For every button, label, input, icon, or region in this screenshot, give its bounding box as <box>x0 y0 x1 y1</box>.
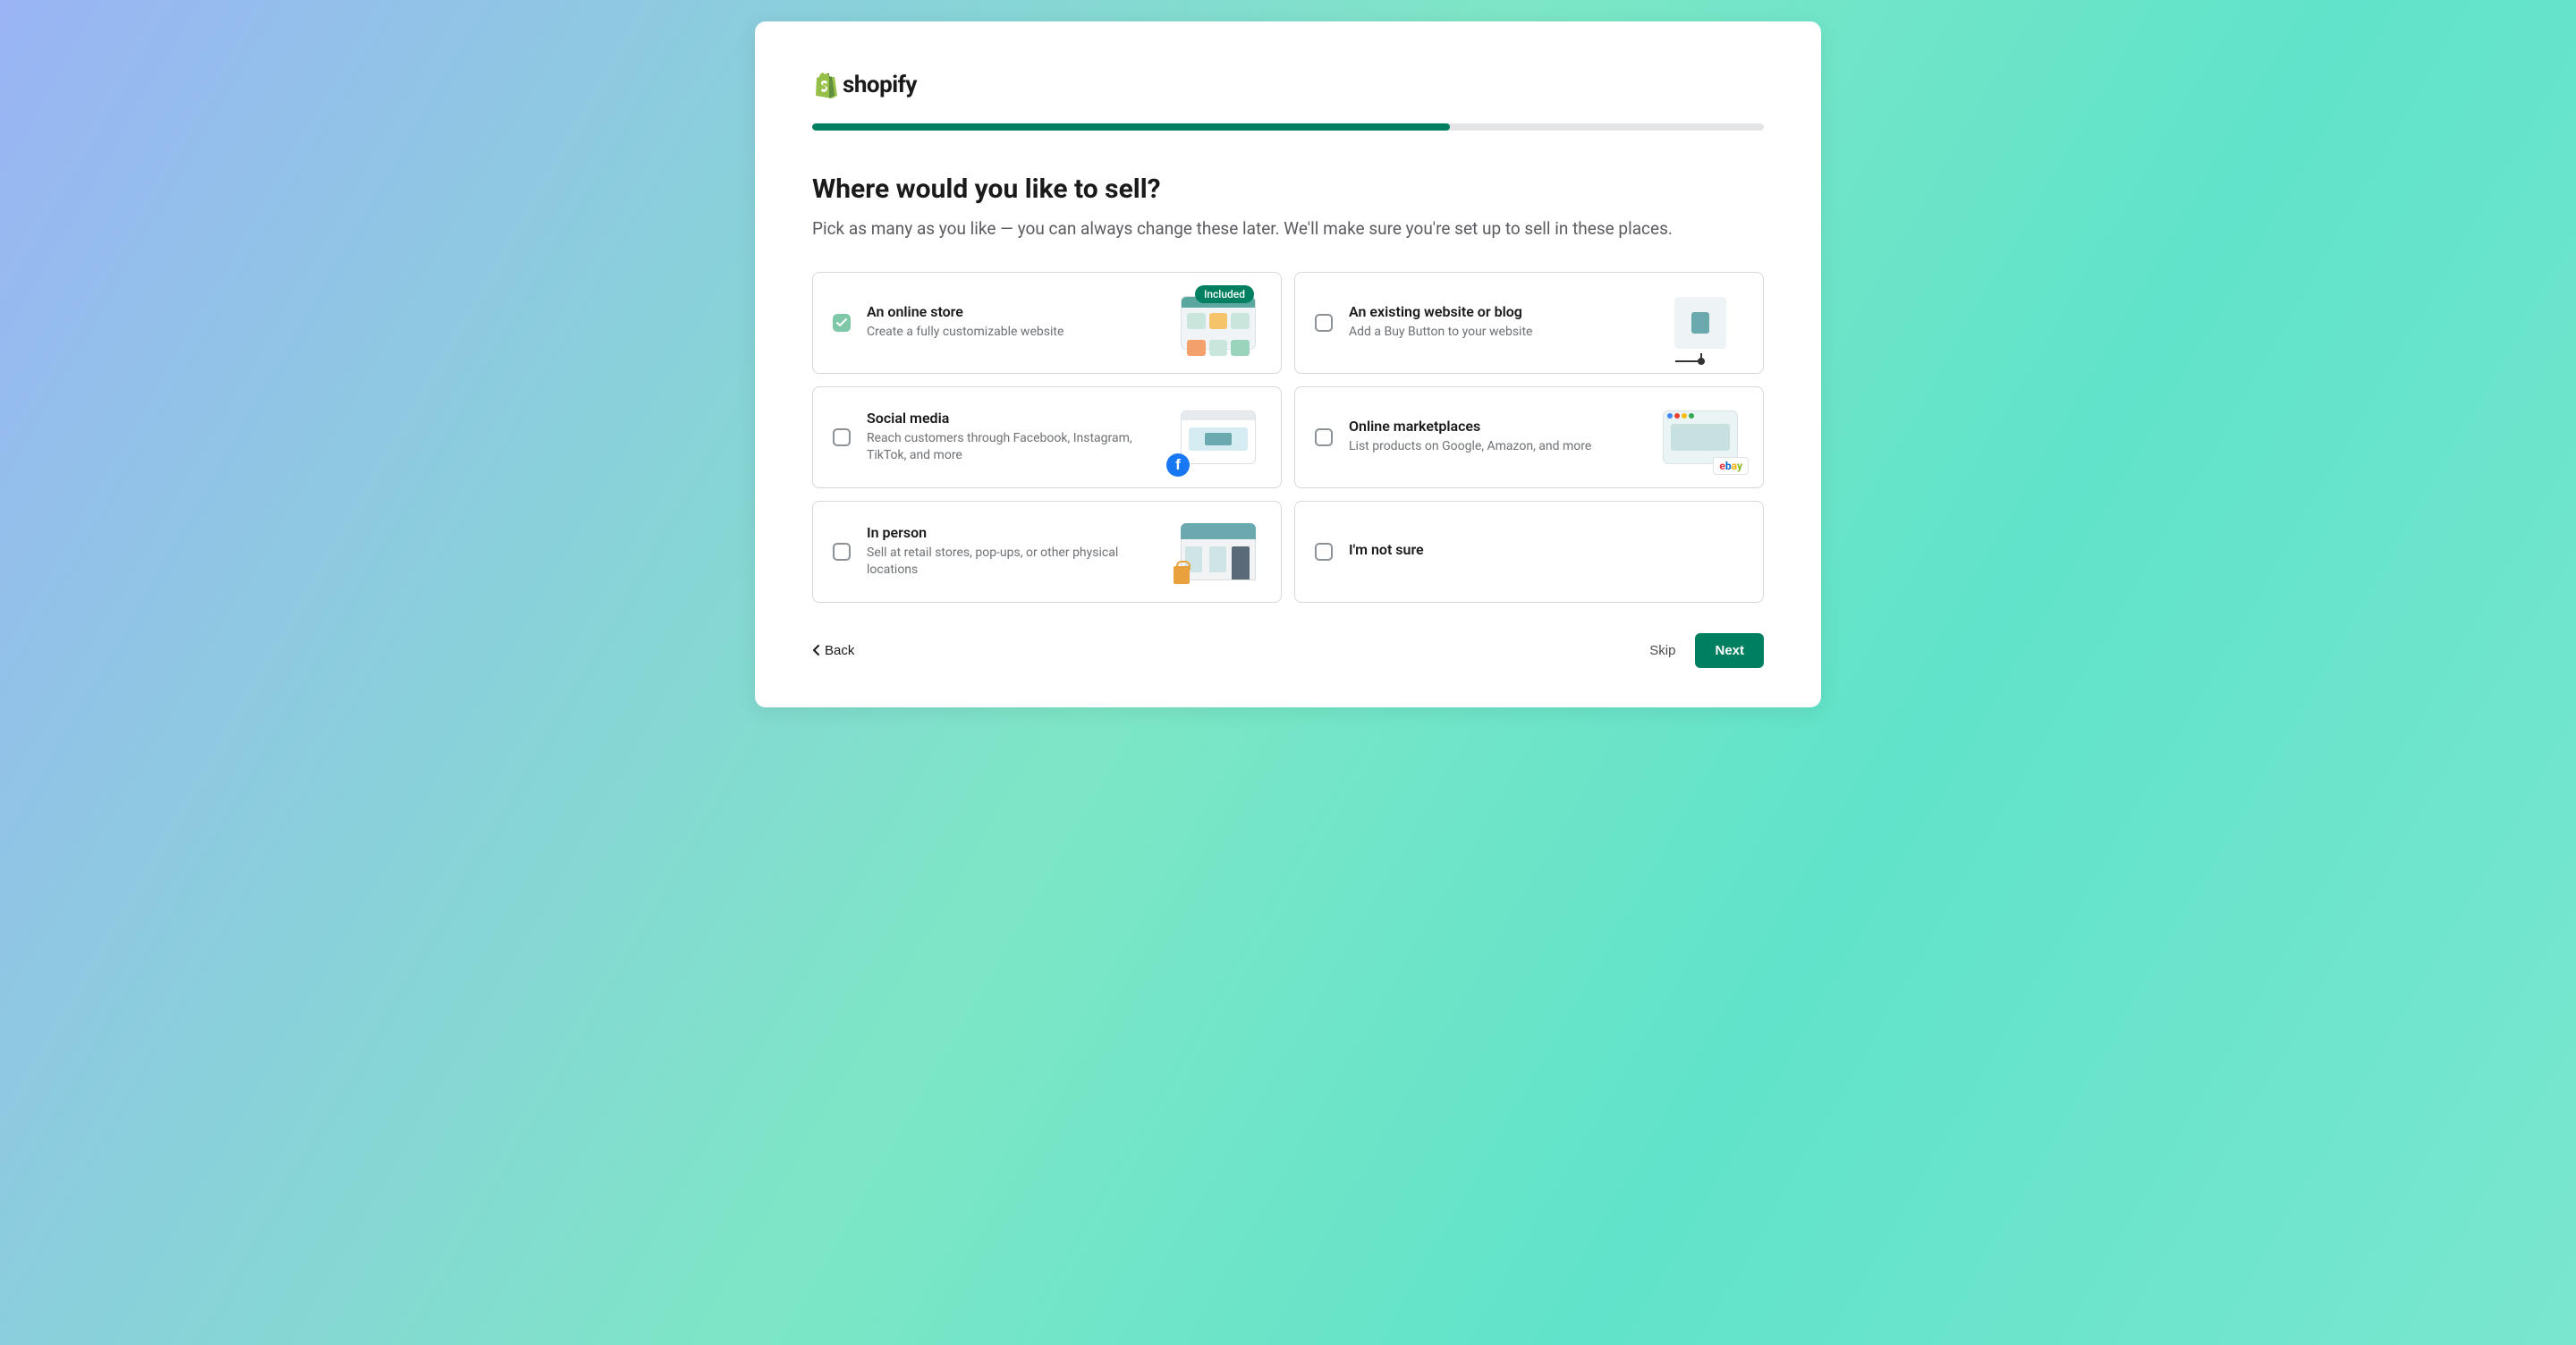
ebay-icon: ebay <box>1713 457 1749 475</box>
option-online-marketplaces[interactable]: Online marketplaces List products on Goo… <box>1294 386 1764 488</box>
skip-button[interactable]: Skip <box>1649 643 1675 658</box>
page-subheading: Pick as many as you like — you can alway… <box>812 217 1764 241</box>
option-in-person[interactable]: In person Sell at retail stores, pop-ups… <box>812 501 1282 603</box>
included-badge: Included <box>1195 285 1254 303</box>
facebook-icon: f <box>1166 453 1190 477</box>
back-button[interactable]: Back <box>812 643 854 658</box>
chevron-left-icon <box>812 645 819 656</box>
onboarding-card: shopify Where would you like to sell? Pi… <box>755 21 1821 707</box>
checkbox-social-media[interactable] <box>833 428 851 446</box>
checkbox-in-person[interactable] <box>833 543 851 561</box>
page-heading: Where would you like to sell? <box>812 173 1764 205</box>
option-online-store[interactable]: Included An online store Create a fully … <box>812 272 1282 374</box>
checkbox-online-marketplaces[interactable] <box>1315 428 1333 446</box>
option-title: In person <box>867 524 1159 541</box>
option-title: Online marketplaces <box>1349 418 1641 435</box>
option-existing-website[interactable]: An existing website or blog Add a Buy Bu… <box>1294 272 1764 374</box>
shopify-bag-icon <box>812 72 837 98</box>
marketplaces-illustration-icon: ebay <box>1657 405 1743 469</box>
option-title: Social media <box>867 410 1159 427</box>
option-desc: List products on Google, Amazon, and mor… <box>1349 438 1641 456</box>
option-desc: Reach customers through Facebook, Instag… <box>867 430 1159 465</box>
option-title: An online store <box>867 303 1159 320</box>
in-person-illustration-icon <box>1175 520 1261 584</box>
next-button[interactable]: Next <box>1695 633 1764 668</box>
options-grid: Included An online store Create a fully … <box>812 272 1764 603</box>
option-desc: Create a fully customizable website <box>867 324 1159 342</box>
checkbox-existing-website[interactable] <box>1315 314 1333 332</box>
progress-fill <box>812 123 1450 131</box>
option-not-sure[interactable]: I'm not sure <box>1294 501 1764 603</box>
social-media-illustration-icon: f <box>1175 405 1261 469</box>
option-title: I'm not sure <box>1349 541 1743 558</box>
brand-name: shopify <box>843 72 917 98</box>
checkbox-not-sure[interactable] <box>1315 543 1333 561</box>
option-title: An existing website or blog <box>1349 303 1641 320</box>
brand-logo: shopify <box>812 72 1764 98</box>
option-desc: Add a Buy Button to your website <box>1349 324 1641 342</box>
option-social-media[interactable]: Social media Reach customers through Fac… <box>812 386 1282 488</box>
progress-bar <box>812 123 1764 131</box>
back-label: Back <box>825 643 854 658</box>
checkbox-online-store[interactable] <box>833 314 851 332</box>
option-desc: Sell at retail stores, pop-ups, or other… <box>867 545 1159 579</box>
footer-nav: Back Skip Next <box>812 633 1764 668</box>
existing-website-illustration-icon <box>1657 291 1743 355</box>
shopping-bag-icon <box>1174 566 1190 584</box>
